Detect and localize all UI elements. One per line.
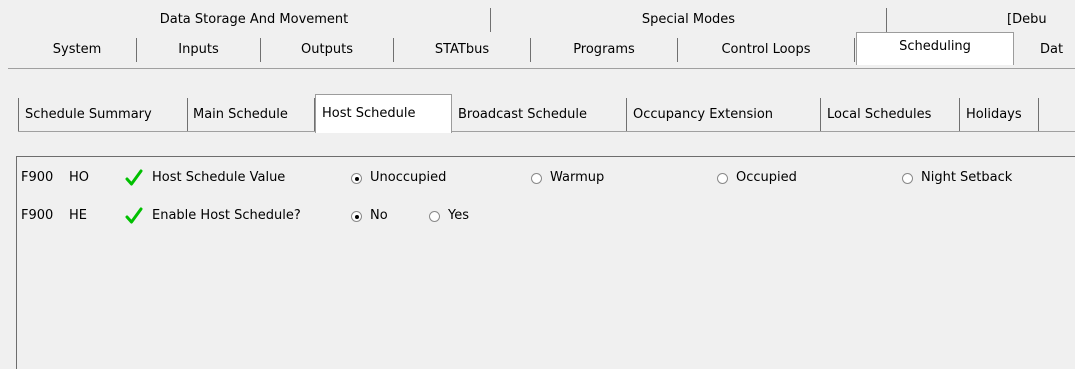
radio-no[interactable]: No — [351, 205, 388, 227]
radio-night-setback[interactable]: Night Setback — [902, 167, 1012, 189]
subtab-main-schedule[interactable]: Main Schedule — [187, 98, 315, 132]
radio-button-icon[interactable] — [351, 172, 362, 184]
field-label: Host Schedule Value — [152, 170, 286, 185]
point-id: F900 — [21, 170, 54, 185]
subtab-occupancy-extension[interactable]: Occupancy Extension — [627, 98, 821, 132]
host-schedule-value-row: F900 HO Host Schedule Value Unoccupied W… — [17, 167, 1075, 189]
subtab-holidays[interactable]: Holidays — [960, 98, 1039, 132]
tab-data[interactable]: Dat — [1040, 38, 1075, 62]
tab-debug[interactable]: [Debu — [1007, 8, 1075, 32]
tab-scheduling[interactable]: Scheduling — [856, 32, 1014, 65]
radio-occupied[interactable]: Occupied — [717, 167, 797, 189]
tab-row-top: Data Storage And Movement Special Modes … — [0, 8, 1075, 32]
radio-label: No — [370, 208, 388, 223]
tab-statbus[interactable]: STATbus — [394, 38, 531, 62]
subtab-host-schedule[interactable]: Host Schedule — [315, 94, 452, 133]
point-code: HE — [69, 208, 87, 223]
radio-yes[interactable]: Yes — [429, 205, 469, 227]
tab-outputs[interactable]: Outputs — [261, 38, 394, 62]
point-code: HO — [69, 170, 90, 185]
radio-label: Occupied — [736, 170, 797, 185]
radio-label: Unoccupied — [370, 170, 447, 185]
host-schedule-panel: F900 HO Host Schedule Value Unoccupied W… — [16, 156, 1075, 369]
subtab-divider — [18, 131, 1075, 132]
tab-data-storage-and-movement[interactable]: Data Storage And Movement — [18, 8, 491, 32]
radio-button-icon[interactable] — [717, 172, 728, 184]
tab-programs[interactable]: Programs — [531, 38, 678, 62]
checkmark-icon — [125, 167, 143, 187]
radio-button-icon[interactable] — [351, 210, 362, 222]
subtab-schedule-summary[interactable]: Schedule Summary — [18, 98, 188, 132]
radio-button-icon[interactable] — [902, 172, 913, 184]
enable-host-schedule-row: F900 HE Enable Host Schedule? No Yes — [17, 205, 1075, 227]
tab-row-bottom: System Inputs Outputs STATbus Programs C… — [0, 32, 1075, 65]
radio-label: Night Setback — [921, 170, 1013, 185]
radio-unoccupied[interactable]: Unoccupied — [351, 167, 446, 189]
tab-system[interactable]: System — [18, 38, 137, 62]
radio-warmup[interactable]: Warmup — [531, 167, 604, 189]
tab-control-loops[interactable]: Control Loops — [678, 38, 855, 62]
radio-button-icon[interactable] — [531, 172, 542, 184]
radio-label: Warmup — [550, 170, 605, 185]
point-id: F900 — [21, 208, 54, 223]
tab-special-modes[interactable]: Special Modes — [491, 8, 887, 32]
tab-strip-divider — [8, 68, 1075, 69]
radio-label: Yes — [448, 208, 469, 223]
checkmark-icon — [125, 205, 143, 225]
tab-inputs[interactable]: Inputs — [137, 38, 261, 62]
subtab-local-schedules[interactable]: Local Schedules — [821, 98, 960, 132]
radio-button-icon[interactable] — [429, 210, 440, 222]
subtab-broadcast-schedule[interactable]: Broadcast Schedule — [452, 98, 627, 132]
field-label: Enable Host Schedule? — [152, 208, 301, 223]
